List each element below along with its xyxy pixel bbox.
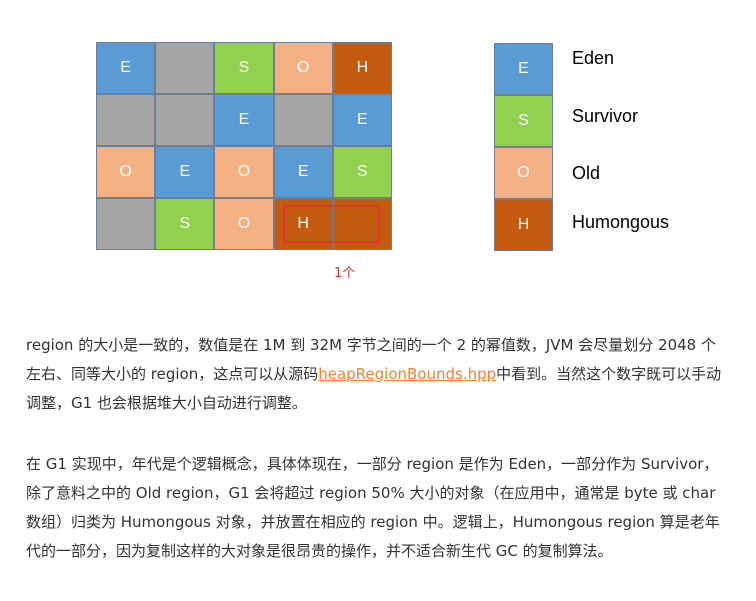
legend-label-eden: Eden xyxy=(572,48,615,68)
region-cell: H xyxy=(332,42,392,94)
region-cell: O xyxy=(214,198,274,250)
region-cell: E xyxy=(96,42,156,94)
paragraph-generations: 在 G1 实现中，年代是个逻辑概念，具体体现在，一部分 region 是作为 E… xyxy=(26,455,720,560)
region-cell: O xyxy=(214,146,274,198)
region-cell: S xyxy=(332,146,392,198)
legend-swatch-survivor: S xyxy=(494,95,553,147)
region-cell: E xyxy=(155,146,215,198)
region-cell: O xyxy=(273,42,333,94)
legend-swatch-old: O xyxy=(494,147,553,199)
region-cell xyxy=(96,94,156,146)
region-cell: E xyxy=(332,94,392,146)
region-cell: S xyxy=(214,42,274,94)
legend-label-old: Old xyxy=(572,163,601,183)
region-cell xyxy=(273,94,333,146)
legend-swatches: E S O H xyxy=(494,43,553,251)
region-cell: E xyxy=(273,146,333,198)
humongous-highlight-box xyxy=(283,205,380,243)
region-cell: O xyxy=(96,146,156,198)
legend-swatch-eden: E xyxy=(494,43,553,95)
region-cell xyxy=(96,198,156,250)
source-file-link[interactable]: heapRegionBounds.hpp xyxy=(318,365,496,383)
paragraph-region-size: region 的大小是一致的，数值是在 1M 到 32M 字节之间的一个 2 的… xyxy=(26,331,730,418)
humongous-count-note: 1个 xyxy=(334,266,356,281)
region-cell: S xyxy=(155,198,215,250)
region-cell xyxy=(155,94,215,146)
legend-label-survivor: Survivor xyxy=(572,106,639,126)
legend-swatch-humongous: H xyxy=(494,199,553,251)
legend-label-humongous: Humongous xyxy=(572,212,670,232)
region-cell: E xyxy=(214,94,274,146)
region-cell xyxy=(155,42,215,94)
